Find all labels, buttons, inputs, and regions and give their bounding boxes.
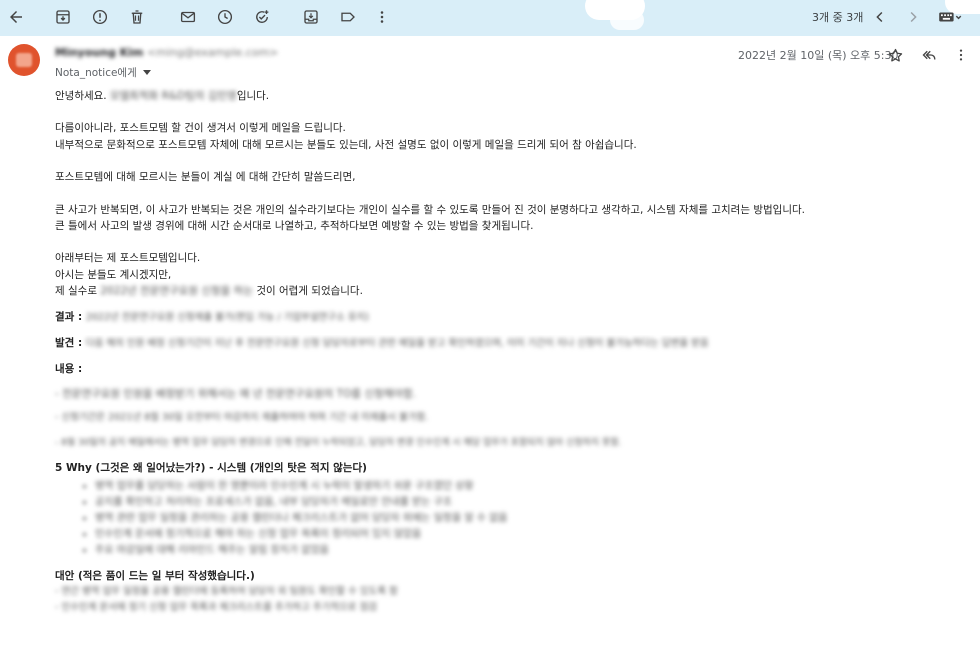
avatar[interactable]	[8, 44, 40, 76]
delete-icon[interactable]	[126, 6, 148, 28]
list-item: 주요 마감일에 대해 리마인드 해주는 알림 장치가 없었음	[95, 543, 960, 559]
paragraph: 아시는 분들도 계시겠지만,	[55, 268, 172, 281]
star-icon[interactable]	[885, 45, 905, 65]
text: 것이 어렵게 되었습니다.	[252, 285, 363, 298]
keyboard-icon[interactable]	[936, 6, 964, 28]
sender[interactable]: Minyoung Kim <ming@example.com>	[55, 46, 278, 59]
paragraph: 내부적으로 문화적으로 포스트모템 자체에 대해 모르시는 분들도 있는데, 사…	[55, 138, 637, 151]
message-counter: 3개 중 3개	[812, 11, 864, 24]
archive-icon[interactable]	[52, 6, 74, 28]
greeting-text: 안녕하세요.	[55, 90, 110, 102]
redacted-text: - 전문연구요원 인원을 배정받기 위해서는 매 년 전문연구요원의 TO를 신…	[55, 387, 416, 400]
redacted-text: 모델최적화 R&D팀의 김민영	[109, 90, 237, 102]
report-spam-icon[interactable]	[89, 6, 111, 28]
move-to-icon[interactable]	[300, 6, 322, 28]
redacted-text: - 인수인계 문서에 정기 신청 업무 목록과 체크리스트를 추가하고 주기적으…	[55, 602, 378, 614]
found-line: 발견 : 다음 해의 인원 배정 신청기간이 지난 후 전문연구요원 신청 담당…	[55, 335, 960, 352]
redacted-text: 2022년 전문연구요원 신청제출 불가(편입 가능 / 기업부설연구소 유지)	[85, 311, 370, 323]
page-bottom	[0, 642, 980, 665]
result-label: 결과 :	[55, 310, 86, 323]
result-line: 결과 : 2022년 전문연구요원 신청제출 불가(편입 가능 / 기업부설연구…	[55, 309, 960, 326]
paragraph: 제 실수로 2022년 전문연구요원 신청을 하는 것이 어렵게 되었습니다.	[55, 283, 960, 299]
message-date: 2022년 2월 10일 (목) 오후 5:30	[738, 49, 899, 62]
recipients[interactable]: Nota_notice에게	[55, 65, 151, 80]
cause-list: 병역 업무를 담당하는 사람이 한 명뿐이라 인수인계 시 누락이 발생하기 쉬…	[55, 479, 960, 559]
redacted-text: 2022년 전문연구요원 신청을 하는	[100, 285, 253, 298]
chevron-left-icon[interactable]	[869, 6, 891, 28]
redacted-text: - 연간 병역 업무 일정을 공용 캘린더에 등록하여 담당자 외 팀원도 확인…	[55, 585, 398, 597]
caret-down-icon[interactable]	[142, 67, 151, 79]
toolbar: 3개 중 3개	[0, 0, 980, 36]
text: 제 실수로	[55, 285, 101, 298]
redacted-text: - 8월 30일의 공지 메일에서는 병역 업무 담당자 변경으로 인해 전달이…	[55, 437, 622, 448]
greeting: 안녕하세요. 모델최적화 R&D팀의 김민영입니다.	[55, 88, 960, 104]
reply-all-icon[interactable]	[918, 45, 938, 65]
redacted-text: - 신청기간은 2021년 8월 30일 오전부터 마감까지 제출하여야 하며 …	[55, 412, 429, 424]
list-item: 공지를 확인하고 처리하는 프로세스가 없음, 내부 담당자가 메일로만 안내를…	[95, 495, 960, 511]
snooze-icon[interactable]	[214, 6, 236, 28]
found-label: 발견 :	[55, 337, 86, 350]
paragraph: 포스트모템에 대해 모르시는 분들이 계실 에 대해 간단히 말씀드리면,	[55, 171, 356, 184]
to-label: Nota_notice에게	[55, 67, 137, 79]
redacted-text: 다음 해의 인원 배정 신청기간이 지난 후 전문연구요원 신청 담당자로부터 …	[85, 338, 709, 350]
more-vert-icon[interactable]	[951, 45, 971, 65]
paragraph: 큰 틀에서 사고의 발생 경위에 대해 시간 순서대로 나열하고, 추적하다보면…	[55, 220, 534, 233]
more-vert-icon[interactable]	[371, 6, 393, 28]
why-title: 5 Why (그것은 왜 일어났는가?) - 시스템 (개인의 탓은 적지 않는…	[55, 462, 367, 475]
message-body: 안녕하세요. 모델최적화 R&D팀의 김민영입니다. 다름이아니라, 포스트모템…	[55, 88, 960, 617]
sender-name: Minyoung Kim	[55, 46, 144, 59]
list-item: 인수인계 문서에 정기적으로 해야 하는 신청 업무 목록이 정리되어 있지 않…	[95, 527, 960, 543]
list-item: 병역 관련 업무 일정을 관리하는 공용 캘린더나 체크리스트가 없어 담당자 …	[95, 511, 960, 527]
sender-email: <ming@example.com>	[146, 46, 279, 59]
paragraph: 큰 사고가 반복되면, 이 사고가 반복되는 것은 개인의 실수라기보다는 개인…	[55, 203, 805, 216]
alt-title: 대안 (적은 품이 드는 일 부터 작성했습니다.)	[55, 569, 255, 582]
content-label: 내용 :	[55, 363, 83, 376]
paragraph: 아래부터는 제 포스트모템입니다.	[55, 252, 201, 265]
greeting-suffix: 입니다.	[236, 90, 270, 102]
mark-unread-icon[interactable]	[177, 6, 199, 28]
avatar-image	[16, 53, 32, 67]
add-task-icon[interactable]	[251, 6, 273, 28]
list-item: 병역 업무를 담당하는 사람이 한 명뿐이라 인수인계 시 누락이 발생하기 쉬…	[95, 479, 960, 495]
header-cloud	[610, 10, 644, 30]
paragraph: 다름이아니라, 포스트모템 할 건이 생겨서 이렇게 메일을 드립니다.	[55, 122, 346, 135]
chevron-right-icon[interactable]	[902, 6, 924, 28]
back-arrow-icon[interactable]	[5, 6, 27, 28]
label-icon[interactable]	[337, 6, 359, 28]
